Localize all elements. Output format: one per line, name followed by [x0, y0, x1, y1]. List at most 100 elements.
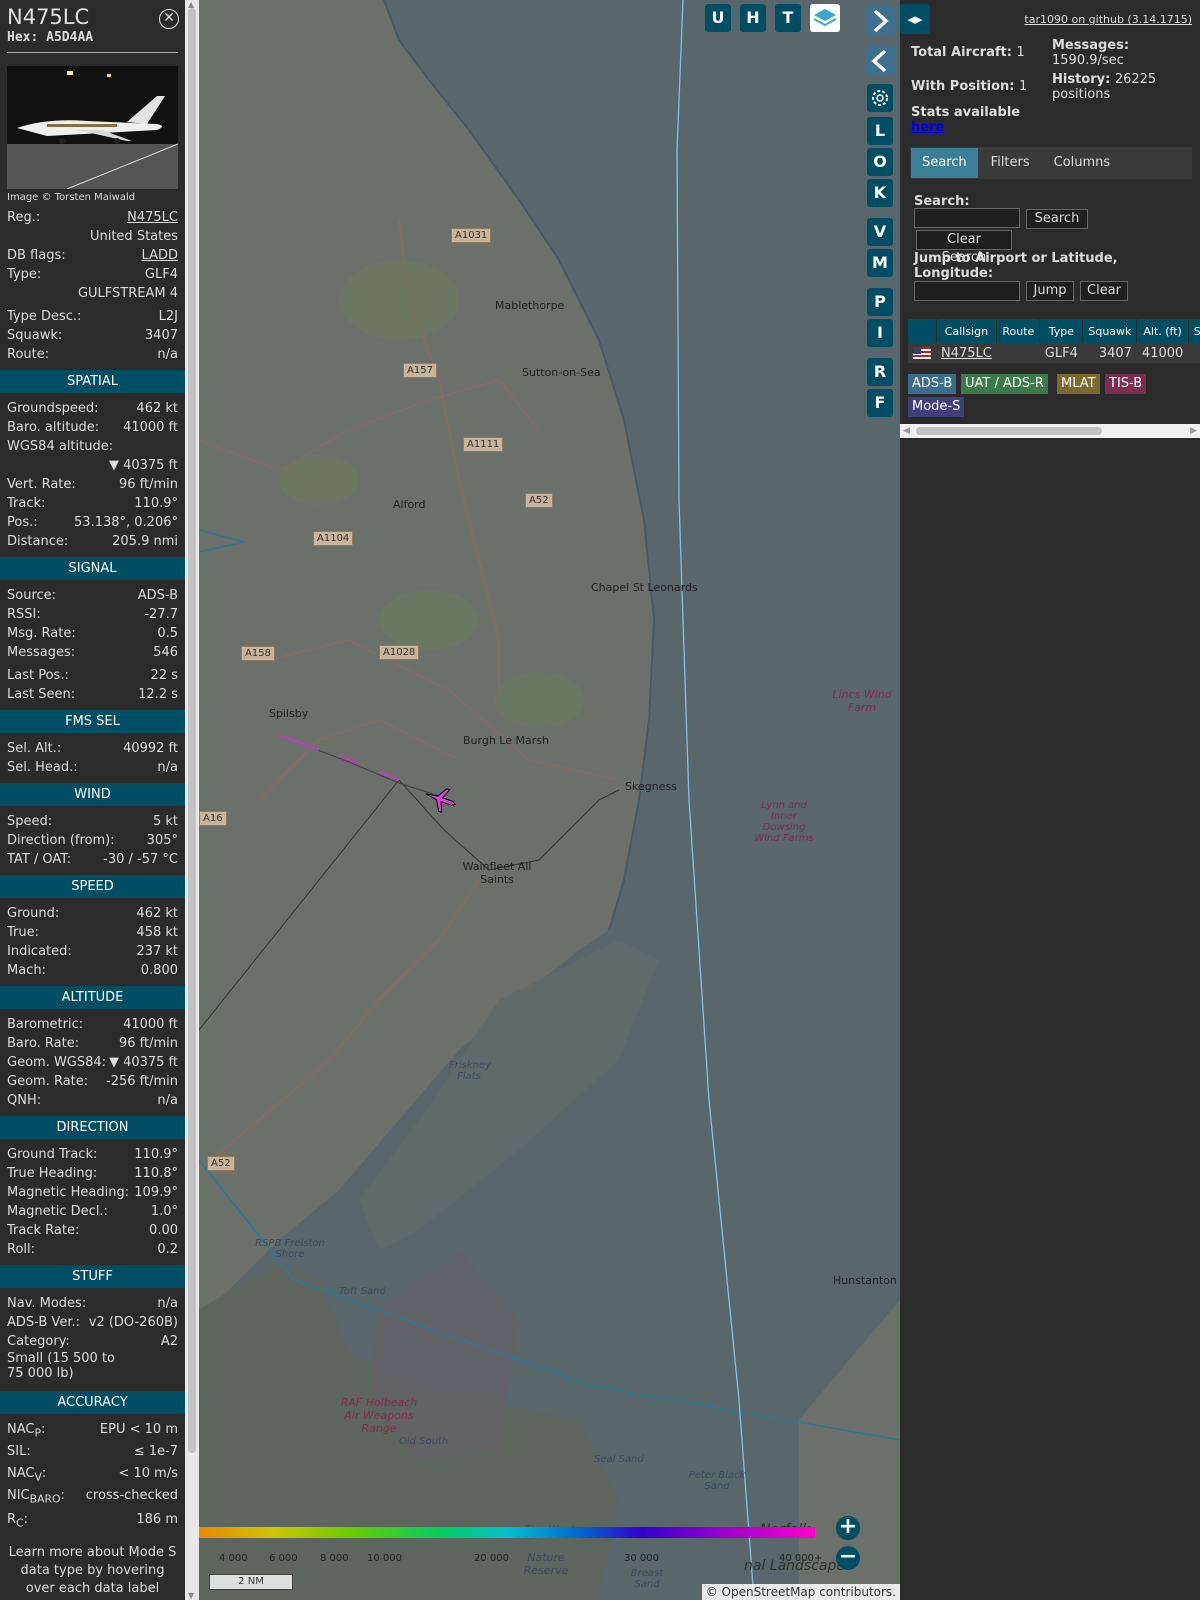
qnh-row: QNH: n/a	[0, 1091, 185, 1110]
legend-uat[interactable]: UAT / ADS-R	[961, 374, 1048, 394]
legend-tisb[interactable]: TIS-B	[1105, 374, 1147, 394]
search-input[interactable]	[914, 208, 1020, 228]
ground-track-value: 110.9°	[134, 1147, 178, 1162]
section-wind[interactable]: WIND	[0, 783, 185, 806]
alt-label-20000: 20 000	[474, 1553, 509, 1564]
nav-modes-value: n/a	[157, 1296, 178, 1311]
legend-modes[interactable]: Mode-S	[908, 397, 965, 417]
scroll-right-icon[interactable]: ▶	[1190, 424, 1197, 438]
table-row[interactable]: N475LC GLF4 3407 41000	[908, 343, 1200, 363]
row-callsign-link[interactable]: N475LC	[941, 346, 992, 361]
col-speed[interactable]: Spd.	[1188, 319, 1200, 343]
button-k[interactable]: K	[867, 179, 893, 207]
section-stuff[interactable]: STUFF	[0, 1265, 185, 1288]
stats-available: Stats available	[911, 105, 1021, 120]
table-horizontal-scrollbar[interactable]: ◀ ▶	[900, 424, 1200, 438]
button-i[interactable]: I	[867, 319, 893, 347]
col-flag[interactable]	[908, 319, 937, 343]
zoom-in-button[interactable]: +	[836, 1516, 860, 1540]
section-direction[interactable]: DIRECTION	[0, 1116, 185, 1139]
scroll-down-icon[interactable]: ▼	[188, 1591, 194, 1600]
button-t[interactable]: T	[775, 4, 801, 32]
section-spatial[interactable]: SPATIAL	[0, 370, 185, 393]
speed-ground-label: Ground:	[7, 906, 60, 921]
clear-search-button[interactable]: Clear Search	[916, 230, 1012, 265]
baro-rate-row: Baro. Rate: 96 ft/min	[0, 1034, 185, 1053]
sil-row: SIL: ≤ 1e-7	[0, 1442, 185, 1464]
sel-alt-label: Sel. Alt.:	[7, 741, 62, 756]
category-desc: Small (15 500 to 75 000 lb)	[7, 1351, 115, 1381]
close-icon[interactable]: ✕	[159, 9, 179, 29]
legend-adsb[interactable]: ADS-B	[908, 374, 957, 394]
section-signal[interactable]: SIGNAL	[0, 557, 185, 580]
place-friskney: Friskney Flats	[449, 1060, 492, 1082]
speed-true-row: True: 458 kt	[0, 923, 185, 942]
alt-label-8000: 8 000	[320, 1553, 349, 1564]
geom-row: Geom. WGS84: ▼ 40375 ft	[0, 1053, 185, 1072]
button-v[interactable]: V	[867, 218, 893, 246]
place-lynn-wind-farms: Lynn and Inner Dowsing Wind Farms	[754, 800, 814, 844]
jump-button[interactable]: Jump	[1026, 281, 1074, 301]
col-type[interactable]: Type	[1039, 319, 1084, 343]
speed-ground-value: 462 kt	[136, 906, 178, 921]
button-l[interactable]: L	[867, 117, 893, 145]
zoom-out-button[interactable]: −	[836, 1546, 860, 1570]
tab-columns[interactable]: Columns	[1042, 148, 1122, 178]
section-fms[interactable]: FMS SEL	[0, 710, 185, 733]
version-link[interactable]: tar1090 on github (3.14.1715)	[1024, 13, 1192, 26]
nicbaro-label-sub: BARO	[29, 1492, 61, 1506]
rc-label-sub: C	[16, 1516, 24, 1530]
button-r[interactable]: R	[867, 358, 893, 386]
wind-dir-label: Direction (from):	[7, 833, 115, 848]
with-position: With Position: 1	[911, 79, 1027, 94]
button-o[interactable]: O	[867, 148, 893, 176]
scrollbar-thumb[interactable]	[188, 8, 196, 1453]
button-f[interactable]: F	[867, 389, 893, 417]
button-p[interactable]: P	[867, 288, 893, 316]
row-callsign[interactable]: N475LC	[936, 343, 997, 363]
geom-rate-label: Geom. Rate:	[7, 1074, 89, 1089]
map[interactable]: Mablethorpe Sutton-on-Sea Alford Chapel …	[199, 0, 900, 1600]
section-altitude[interactable]: ALTITUDE	[0, 986, 185, 1009]
info-scrollbar[interactable]: ▲ ▼	[185, 0, 199, 1600]
expand-right-button[interactable]	[865, 6, 895, 36]
section-accuracy[interactable]: ACCURACY	[0, 1391, 185, 1414]
button-m[interactable]: M	[867, 249, 893, 277]
layers-button[interactable]	[810, 4, 840, 32]
col-altitude[interactable]: Alt. (ft)	[1136, 319, 1189, 343]
hex-label: Hex:	[7, 30, 39, 45]
scroll-left-icon[interactable]: ◀	[903, 424, 910, 438]
rssi-value: -27.7	[144, 607, 178, 622]
sil-value: ≤ 1e-7	[133, 1444, 178, 1459]
map-attribution[interactable]: © OpenStreetMap contributors.	[701, 1584, 900, 1600]
tab-filters[interactable]: Filters	[979, 148, 1041, 178]
aircraft-marker-icon[interactable]	[423, 784, 457, 814]
reg-row: Reg.: N475LC	[0, 208, 185, 227]
search-button[interactable]: Search	[1026, 209, 1088, 229]
col-route[interactable]: Route	[996, 319, 1041, 343]
section-speed[interactable]: SPEED	[0, 875, 185, 898]
toggle-sidebar-button[interactable]: ◂▸	[900, 4, 930, 34]
button-u[interactable]: U	[705, 4, 731, 32]
hscroll-thumb[interactable]	[916, 427, 1102, 435]
jump-input[interactable]	[914, 281, 1020, 301]
ground-track-label: Ground Track:	[7, 1147, 98, 1162]
geom-rate-row: Geom. Rate: -256 ft/min	[0, 1072, 185, 1091]
wind-dir-value: 305°	[146, 833, 178, 848]
tab-search[interactable]: Search	[911, 148, 978, 178]
place-freiston: RSPB Freiston Shore	[255, 1238, 325, 1260]
collapse-left-button[interactable]	[865, 46, 895, 76]
button-h[interactable]: H	[740, 4, 766, 32]
true-heading-label: True Heading:	[7, 1166, 98, 1181]
col-callsign[interactable]: Callsign	[936, 319, 998, 343]
clear-button[interactable]: Clear	[1080, 281, 1128, 301]
reg-link[interactable]: N475LC	[127, 208, 178, 227]
settings-button[interactable]	[867, 84, 893, 112]
stats-here-link[interactable]: here	[911, 120, 944, 135]
aircraft-photo[interactable]	[7, 66, 178, 189]
legend-mlat[interactable]: MLAT	[1057, 374, 1100, 394]
tat-value: -30 / -57 °C	[103, 852, 178, 867]
col-squawk[interactable]: Squawk	[1082, 319, 1138, 343]
chevron-left-icon	[871, 49, 887, 73]
dbflags-link[interactable]: LADD	[142, 246, 178, 265]
